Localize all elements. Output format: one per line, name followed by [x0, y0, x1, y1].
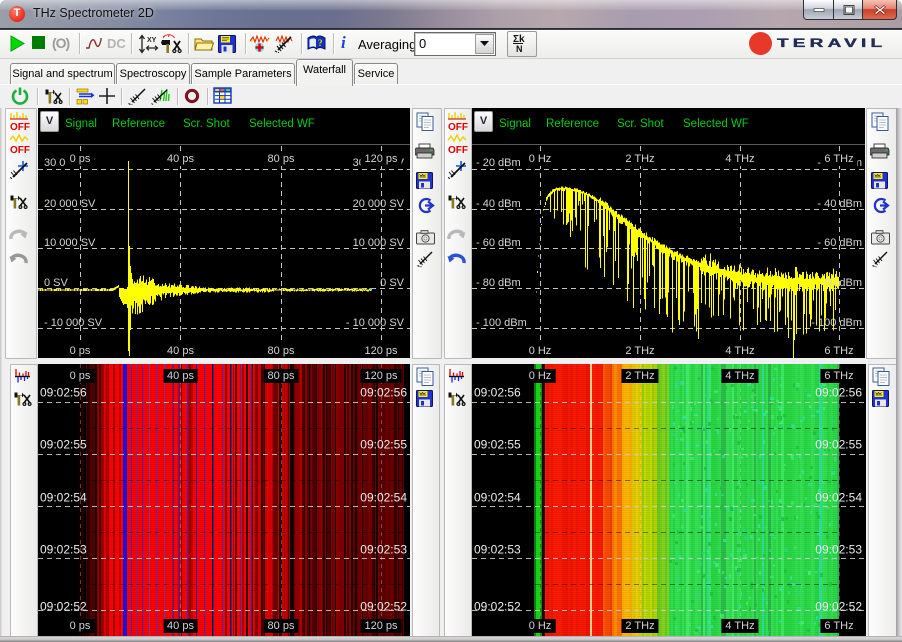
- svg-text:OFF: OFF: [448, 145, 468, 154]
- svg-text:OFF: OFF: [10, 122, 30, 131]
- svg-text:OFF: OFF: [10, 145, 30, 154]
- svg-text:N: N: [516, 44, 523, 54]
- svg-text:XY: XY: [147, 37, 157, 44]
- svg-text:OFF: OFF: [448, 122, 468, 131]
- svg-text:?: ?: [318, 38, 323, 48]
